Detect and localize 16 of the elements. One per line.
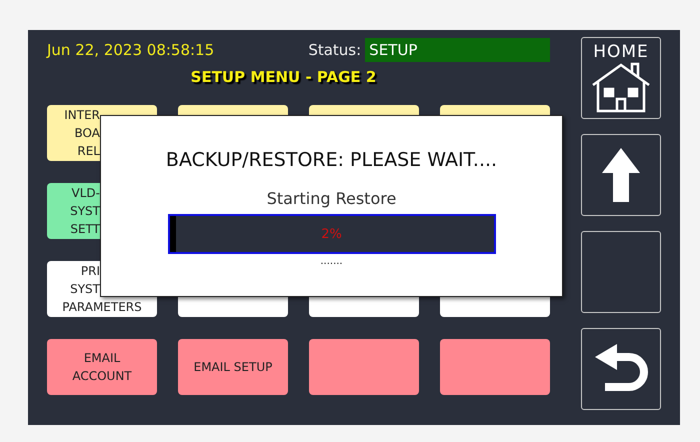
home-button[interactable]: HOME [581, 37, 661, 119]
menu-button[interactable]: EMAIL ACCOUNT [47, 339, 157, 395]
status-field: SETUP [365, 38, 550, 62]
menu-button[interactable]: EMAIL SETUP [178, 339, 288, 395]
progress-dots: ....... [320, 256, 343, 267]
back-button[interactable] [581, 328, 661, 410]
progress-percent: 2% [321, 226, 342, 242]
blank-button[interactable] [581, 231, 661, 313]
date-time: Jun 22, 2023 08:58:15 [47, 40, 216, 58]
up-button[interactable] [581, 134, 661, 216]
house-icon [590, 61, 652, 113]
dialog-message: Starting Restore [266, 189, 396, 208]
up-arrow-icon [601, 147, 641, 203]
status-label: Status: [308, 40, 362, 58]
dialog-title: BACKUP/RESTORE: PLEASE WAIT.... [166, 149, 498, 171]
menu-title: SETUP MENU - PAGE 2 [190, 67, 378, 88]
